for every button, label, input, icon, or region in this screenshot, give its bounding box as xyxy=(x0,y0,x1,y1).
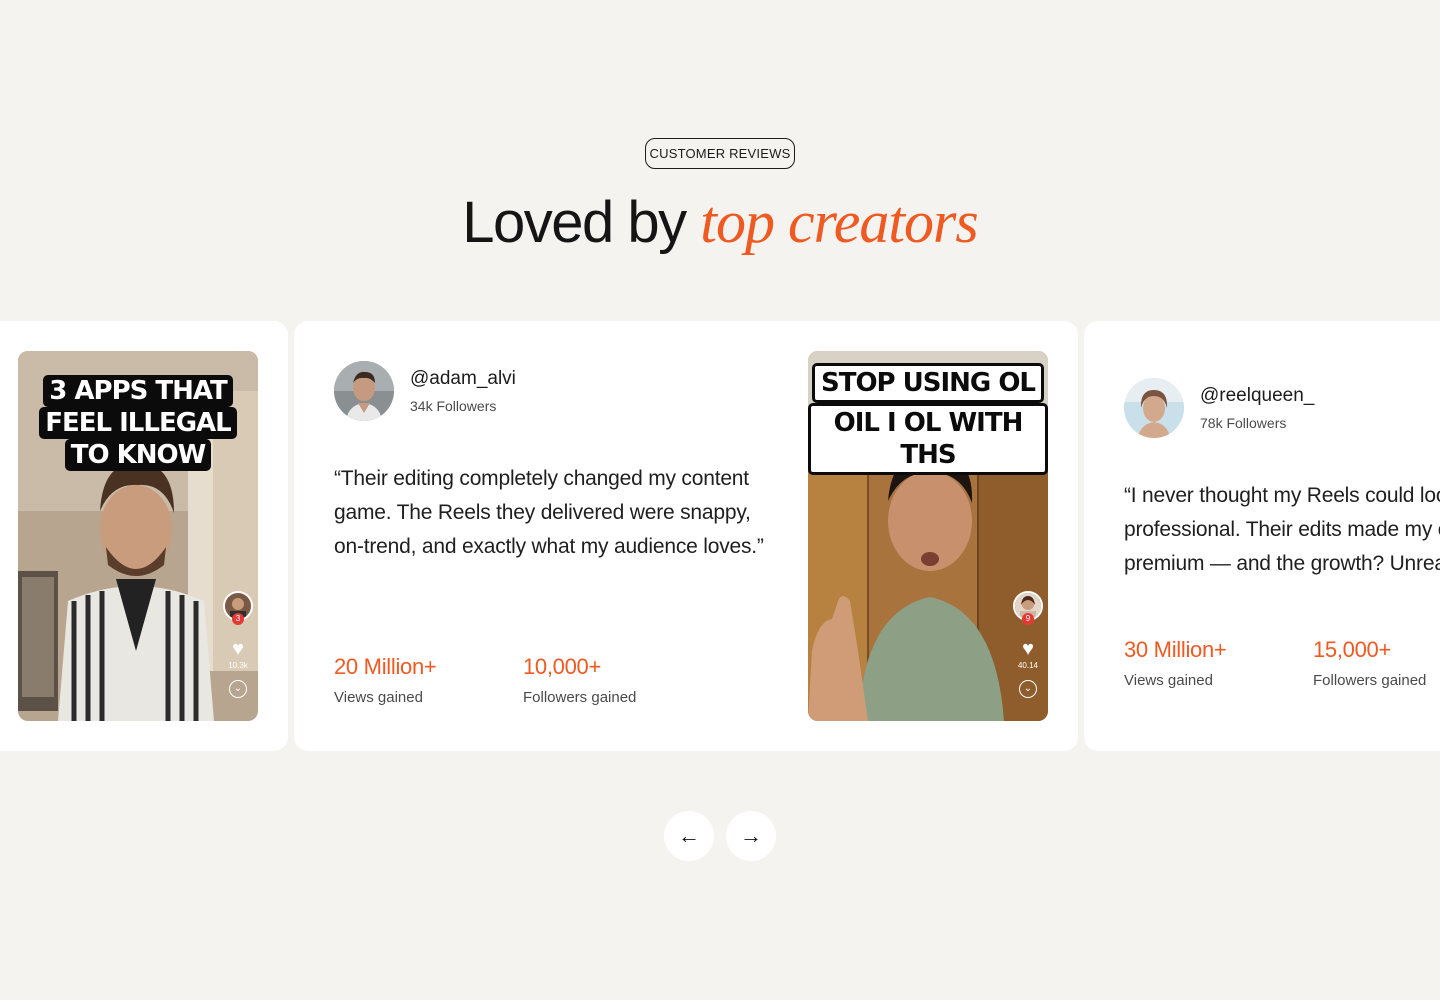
review-card-prev[interactable]: 3 APPS THAT FEEL ILLEGAL TO KNOW 3 ♥ 10.… xyxy=(0,321,288,751)
arrow-right-icon: → xyxy=(740,823,762,848)
review-card-adam: @adam_alvi 34k Followers “Their editing … xyxy=(294,321,1078,751)
chevron-down-icon[interactable]: ⌄ xyxy=(1019,680,1037,698)
review-quote: “I never thought my Reels could look thi… xyxy=(1124,484,1440,575)
stat-label: Followers gained xyxy=(523,689,637,706)
heading-plain: Loved by xyxy=(462,190,687,255)
stat-value: 15,000+ xyxy=(1313,637,1392,662)
stat-value: 20 Million+ xyxy=(334,654,437,679)
stat-followers: 10,000+ Followers gained xyxy=(523,654,636,706)
video-thumbnail[interactable]: STOP USING OL OIL I OL WITH THS 9 ♥ 40.1… xyxy=(808,351,1048,721)
creator-handle[interactable]: @reelqueen_ xyxy=(1200,385,1314,407)
stat-views: 20 Million+ Views gained xyxy=(334,654,437,706)
creator-meta: @reelqueen_ 78k Followers xyxy=(1200,385,1314,431)
creator-profile: @adam_alvi 34k Followers xyxy=(334,361,516,421)
stat-value: 30 Million+ xyxy=(1124,637,1227,662)
heart-icon[interactable]: ♥ xyxy=(232,639,244,659)
stat-label: Followers gained xyxy=(1313,672,1427,689)
stat-label: Views gained xyxy=(334,689,423,706)
like-count: 40.14 xyxy=(1017,661,1039,670)
like-count: 10.3k xyxy=(228,661,248,670)
prev-button[interactable]: ← xyxy=(664,811,714,861)
chevron-down-icon[interactable]: ⌄ xyxy=(229,680,247,698)
video-side-controls: 3 ♥ 10.3k ⌄ xyxy=(222,591,254,698)
notification-badge: 9 xyxy=(1022,613,1034,625)
creator-meta: @adam_alvi 34k Followers xyxy=(410,368,516,414)
section-tag: CUSTOMER REVIEWS xyxy=(645,138,795,169)
video-side-controls: 9 ♥ 40.14 ⌄ xyxy=(1012,591,1044,698)
video-thumbnail[interactable]: 3 APPS THAT FEEL ILLEGAL TO KNOW 3 ♥ 10.… xyxy=(18,351,258,721)
follower-count: 78k Followers xyxy=(1200,415,1287,431)
arrow-left-icon: ← xyxy=(678,823,700,848)
stat-followers: 15,000+ Followers gained xyxy=(1313,637,1426,689)
creator-handle[interactable]: @adam_alvi xyxy=(410,368,516,390)
heading-accent: top creators xyxy=(700,189,978,255)
stat-label: Views gained xyxy=(1124,672,1213,689)
avatar xyxy=(1124,378,1184,438)
heart-icon[interactable]: ♥ xyxy=(1022,639,1034,659)
creator-profile: @reelqueen_ 78k Followers xyxy=(1124,378,1314,438)
video-caption: 3 APPS THAT FEEL ILLEGAL TO KNOW xyxy=(18,375,258,471)
review-quote: “Their editing completely changed my con… xyxy=(334,467,764,558)
reviews-section: CUSTOMER REVIEWS Loved by top creators 3… xyxy=(0,0,1440,1000)
follower-count: 34k Followers xyxy=(410,398,497,414)
stat-views: 30 Million+ Views gained xyxy=(1124,637,1227,689)
next-button[interactable]: → xyxy=(726,811,776,861)
notification-badge: 3 xyxy=(232,613,244,625)
avatar xyxy=(334,361,394,421)
video-caption: STOP USING OL OIL I OL WITH THS xyxy=(808,363,1048,475)
review-card-reelqueen: @reelqueen_ 78k Followers “I never thoug… xyxy=(1084,321,1440,751)
section-heading: Loved by top creators xyxy=(0,188,1440,257)
stat-value: 10,000+ xyxy=(523,654,602,679)
